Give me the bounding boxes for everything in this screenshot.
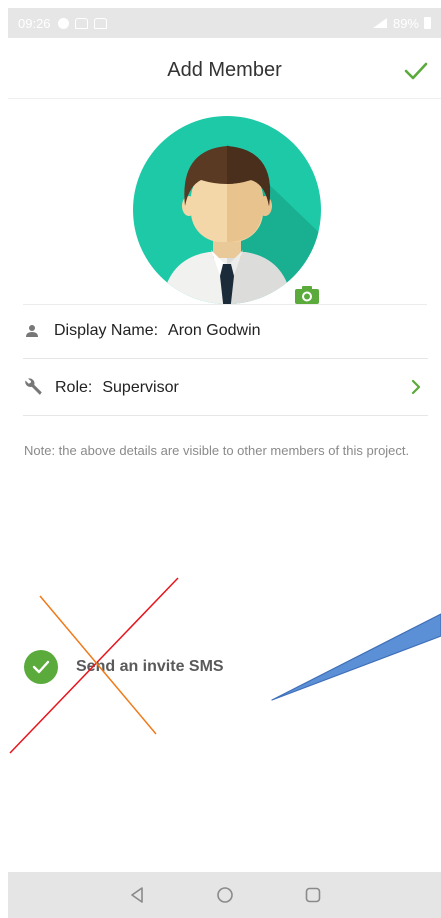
- invite-checkbox[interactable]: [24, 650, 58, 684]
- app-notification-icon: [74, 17, 88, 29]
- role-label: Role:: [55, 379, 93, 396]
- role-row[interactable]: Role: Supervisor: [23, 361, 428, 416]
- status-right: 89%: [372, 8, 431, 38]
- invite-sms-toggle[interactable]: Send an invite SMS: [24, 650, 224, 684]
- navigation-bar: [8, 872, 441, 918]
- status-time: 09:26: [18, 15, 51, 31]
- chevron-right-icon: [411, 379, 421, 395]
- home-icon[interactable]: [216, 886, 234, 904]
- header: Add Member: [8, 38, 441, 99]
- app-screen: 09:26 89% Add Member Display Name: Aron …: [8, 8, 441, 918]
- checkmark-icon[interactable]: [403, 60, 429, 82]
- battery-percent: 89%: [392, 15, 419, 31]
- display-name-value: Aron Godwin: [168, 322, 261, 339]
- wrench-icon: [25, 378, 42, 395]
- avatar[interactable]: [131, 114, 323, 306]
- recents-icon[interactable]: [304, 886, 322, 904]
- camera-icon[interactable]: [294, 285, 320, 305]
- signal-icon: [372, 18, 387, 28]
- person-icon: [26, 325, 38, 337]
- invite-sms-label: Send an invite SMS: [76, 658, 224, 675]
- avatar-icon: [133, 116, 321, 304]
- battery-icon: [424, 17, 431, 29]
- check-icon: [32, 660, 50, 674]
- note-text: Note: the above details are visible to o…: [24, 443, 410, 458]
- page-title: Add Member: [167, 59, 282, 81]
- display-name-label: Display Name:: [54, 322, 159, 339]
- back-icon[interactable]: [128, 886, 146, 904]
- role-value: Supervisor: [102, 379, 179, 396]
- status-bar: 09:26 89%: [8, 8, 441, 38]
- display-name-row[interactable]: Display Name: Aron Godwin: [23, 304, 428, 359]
- notification-icon: [57, 17, 69, 29]
- app-notification-icon-2: [93, 17, 107, 29]
